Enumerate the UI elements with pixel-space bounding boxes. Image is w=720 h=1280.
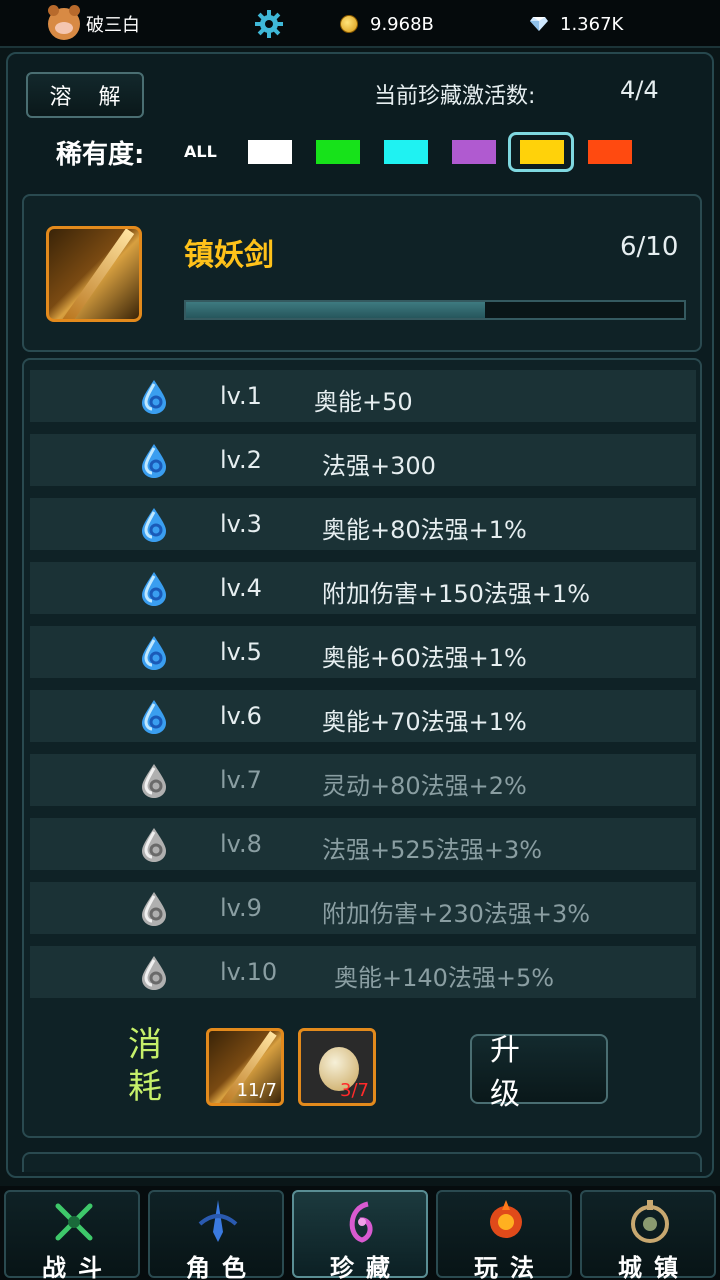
level-number: lv.10 (220, 958, 278, 986)
item-name: 镇妖剑 (184, 238, 274, 273)
level-row: lv.2 法强+300 (30, 434, 696, 486)
bottom-panel-strip (22, 1152, 702, 1172)
item-sword-icon[interactable] (46, 226, 142, 322)
rarity-swatch-5[interactable] (520, 140, 564, 164)
top-bar: 破三白 9.968B 1.367K (0, 0, 720, 48)
cost-count-pet: 3/7 (340, 1080, 369, 1101)
level-number: lv.9 (220, 894, 262, 922)
tab-gameplay[interactable]: 玩法 (436, 1190, 572, 1280)
grey-gem-icon (142, 892, 166, 926)
level-attribute: 奥能+50 (314, 388, 413, 416)
cost-label: 消耗 (128, 1025, 162, 1107)
player-name: 破三白 (86, 15, 140, 36)
level-attribute: 附加伤害+150法强+1% (322, 580, 591, 608)
blue-gem-icon (142, 700, 166, 734)
level-number: lv.2 (220, 446, 262, 474)
level-attribute: 法强+300 (322, 452, 436, 480)
level-attribute: 奥能+80法强+1% (322, 516, 527, 544)
grey-gem-icon (142, 828, 166, 862)
player-avatar[interactable] (48, 5, 80, 40)
level-list-panel: lv.1 奥能+50 lv.2 法强+300 lv.3 奥能+80法强+1% lv.4 附加伤… (22, 358, 702, 1138)
level-row: lv.6 奥能+70法强+1% (30, 690, 696, 742)
tab-town[interactable]: 城镇 (580, 1190, 716, 1280)
cost-count-sword: 11/7 (236, 1080, 277, 1101)
level-attribute: 法强+525法强+3% (322, 836, 543, 864)
grey-gem-icon (142, 956, 166, 990)
item-info-panel: 镇妖剑 6/10 (22, 194, 702, 352)
blue-gem-icon (142, 508, 166, 542)
level-row: lv.3 奥能+80法强+1% (30, 498, 696, 550)
rarity-swatch-6[interactable] (588, 140, 632, 164)
tab-town-label: 城镇 (618, 1254, 690, 1280)
tab-collection-label: 珍藏 (330, 1254, 402, 1280)
tab-collection[interactable]: 珍藏 (292, 1190, 428, 1280)
rarity-swatch-4[interactable] (452, 140, 496, 164)
cost-item-sword[interactable]: 11/7 (206, 1028, 284, 1106)
item-progress-fill (186, 302, 485, 318)
crossed-swords-icon (55, 1203, 93, 1241)
gold-coin-icon (340, 15, 358, 33)
level-attribute: 附加伤害+230法强+3% (322, 900, 591, 928)
settings-button[interactable] (254, 0, 284, 48)
blue-gem-icon (142, 572, 166, 606)
rarity-swatch-2[interactable] (316, 140, 360, 164)
rarity-swatch-3[interactable] (384, 140, 428, 164)
level-row: lv.1 奥能+50 (30, 370, 696, 422)
collection-icon (349, 1201, 373, 1243)
level-number: lv.5 (220, 638, 262, 666)
blue-gem-icon (142, 380, 166, 414)
level-number: lv.8 (220, 830, 262, 858)
item-progress-text: 6/10 (620, 232, 679, 262)
level-attribute: 奥能+140法强+5% (334, 964, 555, 992)
bottom-nav: 战斗 角色 珍藏 玩法 城镇 (0, 1186, 720, 1280)
level-number: lv.1 (220, 382, 262, 410)
diamond-display: 1.367K (530, 0, 623, 48)
level-attribute: 奥能+60法强+1% (322, 644, 527, 672)
rarity-filter-all[interactable]: ALL (184, 142, 217, 161)
tab-gameplay-label: 玩法 (474, 1254, 546, 1280)
level-row: lv.4 附加伤害+150法强+1% (30, 562, 696, 614)
level-number: lv.6 (220, 702, 262, 730)
blue-gem-icon (142, 444, 166, 478)
cost-item-pet[interactable]: 3/7 (298, 1028, 376, 1106)
level-attribute: 奥能+70法强+1% (322, 708, 527, 736)
tab-battle[interactable]: 战斗 (4, 1190, 140, 1280)
level-number: lv.7 (220, 766, 262, 794)
activated-count-value: 4/4 (620, 76, 659, 104)
level-row: lv.7 灵动+80法强+2% (30, 754, 696, 806)
player-info[interactable]: 破三白 (48, 0, 140, 48)
level-number: lv.4 (220, 574, 262, 602)
tab-character-label: 角色 (186, 1254, 258, 1280)
level-row: lv.8 法强+525法强+3% (30, 818, 696, 870)
collection-panel: 溶 解 当前珍藏激活数: 4/4 稀有度: ALL 镇妖剑 6/10 lv.1 奥… (6, 52, 714, 1178)
level-row: lv.10 奥能+140法强+5% (30, 946, 696, 998)
grey-gem-icon (142, 764, 166, 798)
level-row: lv.5 奥能+60法强+1% (30, 626, 696, 678)
item-progress-bar (184, 300, 686, 320)
rarity-swatch-1[interactable] (248, 140, 292, 164)
town-icon (631, 1200, 669, 1243)
sword-emblem-icon (198, 1200, 238, 1242)
level-number: lv.3 (220, 510, 262, 538)
diamond-amount: 1.367K (560, 13, 624, 35)
tab-battle-label: 战斗 (42, 1254, 114, 1280)
diamond-icon (530, 17, 548, 31)
gold-amount: 9.968B (370, 13, 434, 35)
dissolve-button[interactable]: 溶 解 (26, 72, 144, 118)
upgrade-button[interactable]: 升 级 (470, 1033, 608, 1112)
gameplay-icon (490, 1200, 522, 1238)
blue-gem-icon (142, 636, 166, 670)
gear-icon[interactable] (254, 9, 284, 39)
level-attribute: 灵动+80法强+2% (322, 772, 527, 800)
rarity-label: 稀有度: (56, 140, 145, 170)
level-row: lv.9 附加伤害+230法强+3% (30, 882, 696, 934)
tab-character[interactable]: 角色 (148, 1190, 284, 1280)
activated-count-label: 当前珍藏激活数: (374, 84, 536, 109)
gold-display: 9.968B (340, 0, 434, 48)
